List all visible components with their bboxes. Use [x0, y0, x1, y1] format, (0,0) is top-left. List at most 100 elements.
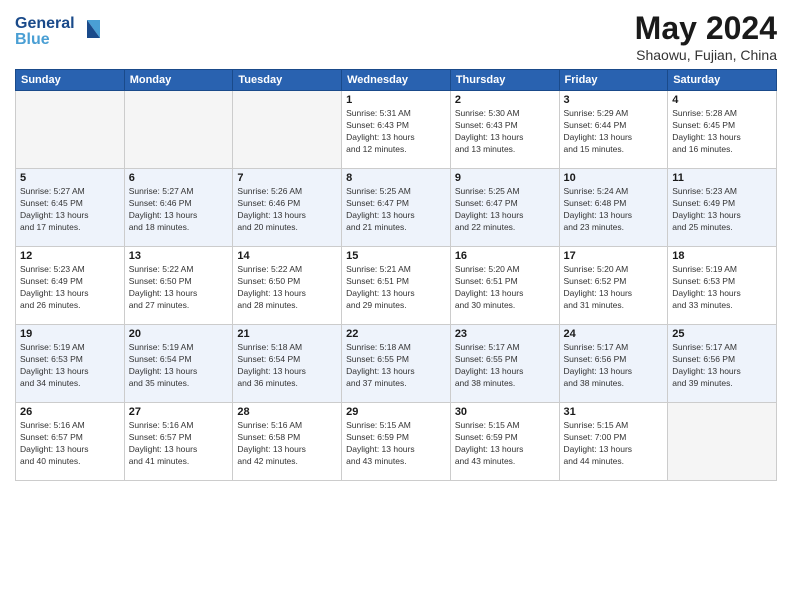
calendar-cell: 20 Sunrise: 5:19 AMSunset: 6:54 PMDayligh… [124, 325, 233, 403]
calendar-cell [16, 91, 125, 169]
day-number: 13 [129, 250, 229, 262]
calendar-cell: 13 Sunrise: 5:22 AMSunset: 6:50 PMDayligh… [124, 247, 233, 325]
day-info: Sunrise: 5:16 AMSunset: 6:57 PMDaylight:… [20, 420, 120, 468]
day-info: Sunrise: 5:17 AMSunset: 6:56 PMDaylight:… [672, 342, 772, 390]
calendar-cell: 27Sunrise: 5:16 AMSunset: 6:57 PMDayligh… [124, 403, 233, 481]
day-info: Sunrise: 5:28 AMSunset: 6:45 PMDaylight:… [672, 108, 772, 156]
day-info: Sunrise: 5:18 AMSunset: 6:54 PMDaylight:… [237, 342, 337, 390]
day-info: Sunrise: 5:16 AMSunset: 6:58 PMDaylight:… [237, 420, 337, 468]
day-number: 12 [20, 250, 120, 262]
col-monday: Monday [124, 70, 233, 91]
day-number: 4 [672, 94, 772, 106]
svg-text:Blue: Blue [15, 31, 50, 48]
calendar-cell [668, 403, 777, 481]
col-wednesday: Wednesday [342, 70, 451, 91]
calendar-cell: 5Sunrise: 5:27 AMSunset: 6:45 PMDaylight… [16, 169, 125, 247]
calendar: Sunday Monday Tuesday Wednesday Thursday… [15, 69, 777, 481]
calendar-cell: 7 Sunrise: 5:26 AMSunset: 6:46 PMDaylight… [233, 169, 342, 247]
header: General Blue May 2024 Shaowu, Fujian, Ch… [15, 10, 777, 63]
day-number: 20 [129, 328, 229, 340]
day-number: 3 [564, 94, 664, 106]
day-number: 15 [346, 250, 446, 262]
calendar-cell: 18Sunrise: 5:19 AMSunset: 6:53 PMDayligh… [668, 247, 777, 325]
day-number: 24 [564, 328, 664, 340]
calendar-cell: 10Sunrise: 5:24 AMSunset: 6:48 PMDayligh… [559, 169, 668, 247]
day-number: 5 [20, 172, 120, 184]
calendar-cell: 15 Sunrise: 5:21 AMSunset: 6:51 PMDayligh… [342, 247, 451, 325]
day-info: Sunrise: 5:31 AMSunset: 6:43 PMDaylight:… [346, 108, 446, 156]
calendar-cell: 3 Sunrise: 5:29 AMSunset: 6:44 PMDaylight… [559, 91, 668, 169]
page: General Blue May 2024 Shaowu, Fujian, Ch… [0, 0, 792, 612]
day-number: 29 [346, 406, 446, 418]
calendar-header-row: Sunday Monday Tuesday Wednesday Thursday… [16, 70, 777, 91]
logo-text: General Blue [15, 10, 105, 55]
col-sunday: Sunday [16, 70, 125, 91]
calendar-cell: 4 Sunrise: 5:28 AMSunset: 6:45 PMDaylight… [668, 91, 777, 169]
day-info: Sunrise: 5:21 AMSunset: 6:51 PMDaylight:… [346, 264, 446, 312]
calendar-cell: 11Sunrise: 5:23 AMSunset: 6:49 PMDayligh… [668, 169, 777, 247]
day-info: Sunrise: 5:26 AMSunset: 6:46 PMDaylight:… [237, 186, 337, 234]
calendar-cell: 26 Sunrise: 5:16 AMSunset: 6:57 PMDayligh… [16, 403, 125, 481]
day-number: 30 [455, 406, 555, 418]
day-number: 8 [346, 172, 446, 184]
calendar-row: 26 Sunrise: 5:16 AMSunset: 6:57 PMDayligh… [16, 403, 777, 481]
calendar-cell: 25 Sunrise: 5:17 AMSunset: 6:56 PMDayligh… [668, 325, 777, 403]
day-info: Sunrise: 5:22 AMSunset: 6:50 PMDaylight:… [237, 264, 337, 312]
day-number: 14 [237, 250, 337, 262]
month-title: May 2024 [635, 10, 777, 47]
day-info: Sunrise: 5:19 AMSunset: 6:54 PMDaylight:… [129, 342, 229, 390]
calendar-cell: 19Sunrise: 5:19 AMSunset: 6:53 PMDayligh… [16, 325, 125, 403]
calendar-cell: 22 Sunrise: 5:18 AMSunset: 6:55 PMDayligh… [342, 325, 451, 403]
location: Shaowu, Fujian, China [635, 47, 777, 63]
day-number: 18 [672, 250, 772, 262]
day-info: Sunrise: 5:18 AMSunset: 6:55 PMDaylight:… [346, 342, 446, 390]
day-number: 25 [672, 328, 772, 340]
day-info: Sunrise: 5:29 AMSunset: 6:44 PMDaylight:… [564, 108, 664, 156]
calendar-cell: 9 Sunrise: 5:25 AMSunset: 6:47 PMDaylight… [450, 169, 559, 247]
calendar-cell: 23 Sunrise: 5:17 AMSunset: 6:55 PMDayligh… [450, 325, 559, 403]
day-info: Sunrise: 5:27 AMSunset: 6:46 PMDaylight:… [129, 186, 229, 234]
calendar-cell: 30Sunrise: 5:15 AMSunset: 6:59 PMDayligh… [450, 403, 559, 481]
calendar-cell: 2 Sunrise: 5:30 AMSunset: 6:43 PMDaylight… [450, 91, 559, 169]
day-info: Sunrise: 5:20 AMSunset: 6:51 PMDaylight:… [455, 264, 555, 312]
day-number: 27 [129, 406, 229, 418]
day-info: Sunrise: 5:23 AMSunset: 6:49 PMDaylight:… [20, 264, 120, 312]
svg-text:General: General [15, 15, 75, 32]
day-info: Sunrise: 5:17 AMSunset: 6:56 PMDaylight:… [564, 342, 664, 390]
calendar-cell: 24 Sunrise: 5:17 AMSunset: 6:56 PMDayligh… [559, 325, 668, 403]
day-number: 6 [129, 172, 229, 184]
day-info: Sunrise: 5:15 AMSunset: 6:59 PMDaylight:… [346, 420, 446, 468]
calendar-row: 5Sunrise: 5:27 AMSunset: 6:45 PMDaylight… [16, 169, 777, 247]
calendar-cell: 6 Sunrise: 5:27 AMSunset: 6:46 PMDaylight… [124, 169, 233, 247]
day-info: Sunrise: 5:25 AMSunset: 6:47 PMDaylight:… [346, 186, 446, 234]
day-info: Sunrise: 5:25 AMSunset: 6:47 PMDaylight:… [455, 186, 555, 234]
day-info: Sunrise: 5:23 AMSunset: 6:49 PMDaylight:… [672, 186, 772, 234]
day-number: 21 [237, 328, 337, 340]
col-friday: Friday [559, 70, 668, 91]
day-number: 22 [346, 328, 446, 340]
day-info: Sunrise: 5:22 AMSunset: 6:50 PMDaylight:… [129, 264, 229, 312]
day-info: Sunrise: 5:19 AMSunset: 6:53 PMDaylight:… [20, 342, 120, 390]
day-number: 9 [455, 172, 555, 184]
day-info: Sunrise: 5:17 AMSunset: 6:55 PMDaylight:… [455, 342, 555, 390]
day-number: 28 [237, 406, 337, 418]
day-number: 2 [455, 94, 555, 106]
day-info: Sunrise: 5:15 AMSunset: 7:00 PMDaylight:… [564, 420, 664, 468]
day-number: 31 [564, 406, 664, 418]
day-info: Sunrise: 5:30 AMSunset: 6:43 PMDaylight:… [455, 108, 555, 156]
calendar-cell [233, 91, 342, 169]
calendar-row: 1Sunrise: 5:31 AMSunset: 6:43 PMDaylight… [16, 91, 777, 169]
calendar-cell: 31 Sunrise: 5:15 AMSunset: 7:00 PMDayligh… [559, 403, 668, 481]
day-number: 7 [237, 172, 337, 184]
calendar-cell: 12 Sunrise: 5:23 AMSunset: 6:49 PMDayligh… [16, 247, 125, 325]
calendar-row: 12 Sunrise: 5:23 AMSunset: 6:49 PMDayligh… [16, 247, 777, 325]
calendar-cell: 14 Sunrise: 5:22 AMSunset: 6:50 PMDayligh… [233, 247, 342, 325]
day-number: 26 [20, 406, 120, 418]
day-number: 17 [564, 250, 664, 262]
col-saturday: Saturday [668, 70, 777, 91]
day-number: 23 [455, 328, 555, 340]
calendar-cell: 17Sunrise: 5:20 AMSunset: 6:52 PMDayligh… [559, 247, 668, 325]
day-number: 10 [564, 172, 664, 184]
calendar-cell: 28 Sunrise: 5:16 AMSunset: 6:58 PMDayligh… [233, 403, 342, 481]
col-thursday: Thursday [450, 70, 559, 91]
